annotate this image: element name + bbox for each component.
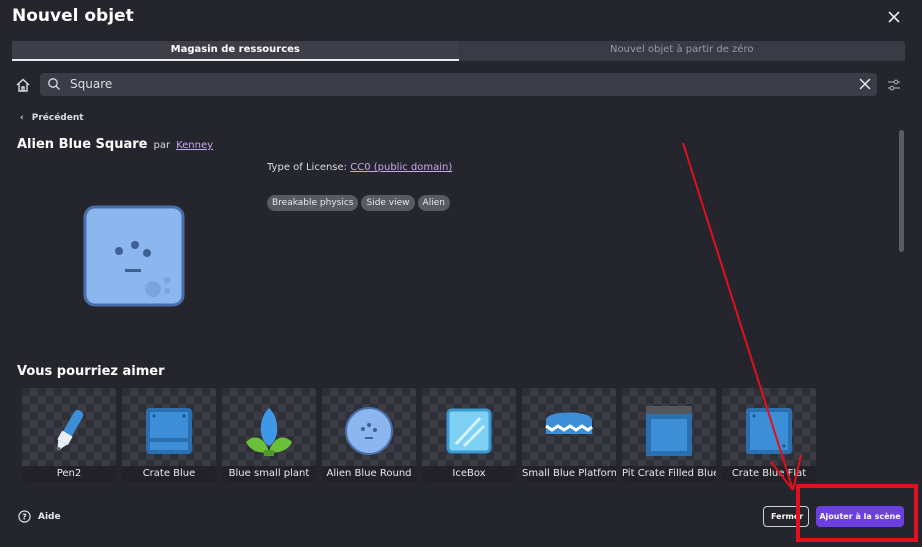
suggestion-card[interactable]: Pit Crate Filled Blue: [622, 388, 716, 482]
suggestion-label: Crate Blue: [122, 466, 216, 482]
search-value: Square: [70, 77, 113, 91]
tab-asset-store[interactable]: Magasin de ressources: [12, 41, 459, 61]
icebox-icon: [446, 408, 492, 454]
search-icon: [48, 78, 60, 90]
asset-preview-image: [83, 205, 185, 307]
suggestion-card[interactable]: Crate Blue Flat: [722, 388, 816, 482]
suggestion-label: Blue small plant: [222, 466, 316, 482]
pen-icon: [57, 410, 84, 451]
close-icon[interactable]: [886, 9, 902, 25]
crate-flat-icon: [746, 408, 792, 454]
help-link[interactable]: ? Aide: [18, 510, 61, 523]
help-icon: ?: [18, 510, 31, 523]
vertical-scrollbar[interactable]: [899, 130, 904, 252]
suggestion-card[interactable]: IceBox: [422, 388, 516, 482]
suggestion-label: IceBox: [422, 466, 516, 482]
suggestion-card[interactable]: Pen2: [22, 388, 116, 482]
filter-settings-icon[interactable]: [887, 78, 901, 92]
license-label: Type of License:: [267, 162, 348, 173]
chevron-left-icon: ‹: [20, 113, 24, 123]
back-label: Précédent: [31, 113, 84, 123]
search-input[interactable]: Square: [40, 73, 877, 96]
license-link[interactable]: CC0 (public domain): [350, 162, 452, 173]
suggestion-label: Pen2: [22, 466, 116, 482]
asset-header: Alien Blue Square par Kenney: [17, 137, 213, 152]
new-object-dialog: Nouvel objet Magasin de ressources Nouve…: [0, 0, 922, 547]
home-icon[interactable]: [15, 77, 31, 93]
tab-bar: Magasin de ressources Nouvel objet à par…: [12, 41, 905, 61]
clear-search-icon[interactable]: [859, 78, 871, 90]
suggestion-label: Crate Blue Flat: [722, 466, 816, 482]
back-link[interactable]: ‹ Précédent: [20, 113, 84, 123]
plant-icon: [246, 408, 292, 456]
suggestions-grid: Pen2 Crate Blue Blue small plant Alien B…: [22, 388, 816, 482]
tag-chip[interactable]: Alien: [417, 195, 450, 211]
suggestion-card[interactable]: Blue small plant: [222, 388, 316, 482]
platform-icon: [545, 412, 593, 434]
suggestion-card[interactable]: Crate Blue: [122, 388, 216, 482]
by-label: par: [153, 140, 171, 151]
close-button[interactable]: Fermer: [763, 506, 809, 527]
asset-name: Alien Blue Square: [17, 137, 148, 152]
suggestion-label: Pit Crate Filled Blue: [622, 466, 716, 482]
suggestion-card[interactable]: Alien Blue Round: [322, 388, 416, 482]
dialog-title: Nouvel objet: [12, 6, 134, 26]
suggestion-label: Alien Blue Round: [322, 466, 416, 482]
author-link[interactable]: Kenney: [176, 140, 213, 151]
tag-chip[interactable]: Side view: [361, 195, 415, 211]
add-to-scene-button[interactable]: Ajouter à la scène: [816, 506, 904, 527]
tab-new-object-from-scratch[interactable]: Nouvel objet à partir de zéro: [459, 41, 906, 61]
suggestions-heading: Vous pourriez aimer: [17, 364, 165, 379]
tag-list: Breakable physics Side view Alien: [267, 195, 450, 211]
svg-text:?: ?: [22, 513, 27, 522]
alien-round-icon: [345, 407, 393, 455]
license-info: Type of License: CC0 (public domain): [267, 162, 452, 173]
suggestion-label: Small Blue Platform: [522, 466, 616, 482]
crate-icon: [146, 408, 192, 454]
tag-chip[interactable]: Breakable physics: [267, 195, 359, 211]
help-label: Aide: [38, 511, 61, 522]
pit-crate-icon: [646, 406, 692, 456]
suggestion-card[interactable]: Small Blue Platform: [522, 388, 616, 482]
